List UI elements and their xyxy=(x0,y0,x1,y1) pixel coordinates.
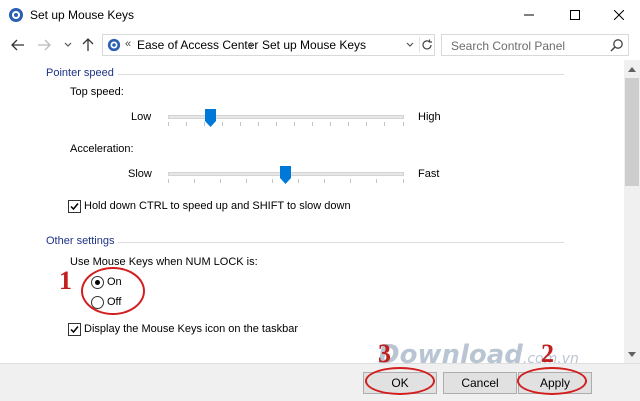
section-divider xyxy=(118,74,564,75)
annotation-step-3: 3 xyxy=(378,339,391,368)
numlock-label: Use Mouse Keys when NUM LOCK is: xyxy=(70,256,258,268)
refresh-button[interactable] xyxy=(419,37,434,53)
forward-arrow-icon xyxy=(38,39,51,51)
section-divider xyxy=(118,242,564,243)
window-title: Set up Mouse Keys xyxy=(30,8,135,22)
refresh-icon xyxy=(422,39,432,50)
acceleration-slider-thumb[interactable] xyxy=(280,166,291,184)
top-speed-min-label: Low xyxy=(131,111,152,123)
top-speed-slider-thumb[interactable] xyxy=(205,109,216,127)
up-arrow-icon xyxy=(82,38,94,51)
annotation-step-1: 1 xyxy=(59,266,72,295)
chevron-down-icon xyxy=(406,42,414,47)
breadcrumb-current[interactable]: Set up Mouse Keys xyxy=(262,38,366,52)
display-icon-checkbox[interactable] xyxy=(68,323,81,336)
top-speed-max-label: High xyxy=(418,111,441,123)
forward-button[interactable] xyxy=(36,37,52,53)
address-dropdown-button[interactable] xyxy=(403,37,417,53)
breadcrumb-separator-icon: › xyxy=(249,38,253,52)
control-panel-icon xyxy=(107,38,121,52)
display-icon-label[interactable]: Display the Mouse Keys icon on the taskb… xyxy=(84,323,298,335)
back-button[interactable] xyxy=(10,37,26,53)
other-settings-heading: Other settings xyxy=(46,235,115,247)
hold-ctrl-label[interactable]: Hold down CTRL to speed up and SHIFT to … xyxy=(84,200,351,212)
back-arrow-icon xyxy=(11,39,24,51)
scroll-down-button[interactable] xyxy=(624,346,640,362)
acceleration-max-label: Fast xyxy=(418,168,440,180)
maximize-button[interactable] xyxy=(553,0,597,30)
top-speed-slider-track[interactable] xyxy=(168,115,404,119)
chevron-down-icon xyxy=(64,42,72,47)
annotation-ellipse-ok xyxy=(365,367,435,395)
checkmark-icon xyxy=(70,326,79,334)
scroll-up-icon xyxy=(628,66,636,72)
pointer-speed-heading: Pointer speed xyxy=(46,67,114,79)
checkmark-icon xyxy=(70,203,79,211)
vertical-scrollbar[interactable] xyxy=(624,60,640,363)
search-icon xyxy=(610,39,623,52)
settings-content: Pointer speed Top speed: Low High Accele… xyxy=(0,60,624,363)
title-bar: Set up Mouse Keys xyxy=(0,0,640,30)
up-button[interactable] xyxy=(80,37,96,53)
minimize-icon xyxy=(524,14,534,16)
search-placeholder: Search Control Panel xyxy=(451,39,566,53)
scroll-up-button[interactable] xyxy=(624,61,640,77)
scrollbar-thumb[interactable] xyxy=(625,78,639,186)
minimize-button[interactable] xyxy=(507,0,551,30)
annotation-ellipse-radio xyxy=(81,267,145,315)
control-panel-icon xyxy=(9,8,23,22)
breadcrumb-overflow[interactable]: « xyxy=(125,38,131,50)
close-icon xyxy=(614,10,624,20)
recent-locations-button[interactable] xyxy=(60,37,76,53)
scroll-down-icon xyxy=(628,351,636,357)
hold-ctrl-checkbox[interactable] xyxy=(68,200,81,213)
address-box[interactable]: « Ease of Access Center › Set up Mouse K… xyxy=(102,34,435,56)
watermark-text: Download xyxy=(378,340,523,370)
top-speed-label: Top speed: xyxy=(70,86,124,98)
cancel-button[interactable]: Cancel xyxy=(443,372,517,394)
close-button[interactable] xyxy=(597,0,640,30)
annotation-ellipse-apply xyxy=(517,367,587,395)
acceleration-min-label: Slow xyxy=(128,168,152,180)
search-input[interactable]: Search Control Panel xyxy=(441,34,629,56)
acceleration-label: Acceleration: xyxy=(70,143,134,155)
annotation-step-2: 2 xyxy=(541,339,554,368)
breadcrumb-ease-of-access[interactable]: Ease of Access Center xyxy=(137,38,258,52)
maximize-icon xyxy=(570,10,580,20)
